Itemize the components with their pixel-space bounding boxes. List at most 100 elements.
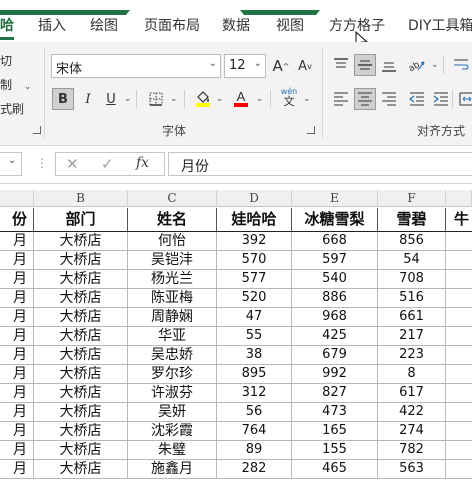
value-cell[interactable]: 520	[217, 289, 292, 308]
value-cell[interactable]: 312	[217, 384, 292, 403]
value-cell[interactable]: 570	[217, 251, 292, 270]
month-cell[interactable]: 月	[0, 384, 34, 403]
value-cell[interactable]: 223	[378, 346, 446, 365]
phonetic-guide-button[interactable]: wén 文	[278, 86, 300, 108]
value-cell[interactable]: 282	[217, 460, 292, 479]
name-cell[interactable]: 吴铠沣	[128, 251, 217, 270]
value-cell[interactable]	[446, 384, 472, 403]
department-cell[interactable]: 大桥店	[34, 289, 128, 308]
header-cell[interactable]: 牛	[446, 208, 472, 232]
fill-color-button[interactable]	[192, 87, 214, 109]
cut-button[interactable]: 切	[0, 52, 12, 69]
formula-input[interactable]: 月份	[168, 152, 472, 176]
format-painter-button[interactable]: 式刷	[0, 100, 24, 117]
font-name-combo[interactable]: 宋体 ⌄	[51, 54, 221, 78]
department-cell[interactable]: 大桥店	[34, 384, 128, 403]
italic-button[interactable]: I	[77, 88, 99, 110]
month-cell[interactable]: 月	[0, 289, 34, 308]
resize-handle-icon[interactable]: ⋮	[36, 156, 48, 170]
column-header[interactable]: C	[128, 190, 217, 207]
value-cell[interactable]: 597	[292, 251, 378, 270]
value-cell[interactable]: 8	[378, 365, 446, 384]
department-cell[interactable]: 大桥店	[34, 251, 128, 270]
value-cell[interactable]: 47	[217, 308, 292, 327]
department-cell[interactable]: 大桥店	[34, 270, 128, 289]
value-cell[interactable]	[446, 308, 472, 327]
value-cell[interactable]: 422	[378, 403, 446, 422]
value-cell[interactable]	[446, 441, 472, 460]
font-size-combo[interactable]: 12 ⌄	[224, 54, 266, 78]
header-cell[interactable]: 份	[0, 208, 34, 232]
value-cell[interactable]: 425	[292, 327, 378, 346]
font-color-button[interactable]: A	[230, 87, 252, 109]
name-cell[interactable]: 何怡	[128, 232, 217, 251]
month-cell[interactable]: 月	[0, 441, 34, 460]
month-cell[interactable]: 月	[0, 365, 34, 384]
value-cell[interactable]: 886	[292, 289, 378, 308]
confirm-icon[interactable]: ✓	[101, 155, 114, 173]
month-cell[interactable]: 月	[0, 232, 34, 251]
name-cell[interactable]: 吴忠娇	[128, 346, 217, 365]
month-cell[interactable]: 月	[0, 403, 34, 422]
bold-button[interactable]: B	[52, 88, 74, 110]
name-cell[interactable]: 杨光兰	[128, 270, 217, 289]
value-cell[interactable]: 764	[217, 422, 292, 441]
value-cell[interactable]: 473	[292, 403, 378, 422]
chevron-down-icon[interactable]: ⌄	[431, 60, 439, 70]
value-cell[interactable]	[446, 346, 472, 365]
header-cell[interactable]: 冰糖雪梨	[292, 208, 378, 232]
wrap-text-button[interactable]	[450, 54, 472, 76]
column-header[interactable]	[446, 190, 472, 207]
bottom-align-button[interactable]	[378, 54, 400, 76]
value-cell[interactable]: 668	[292, 232, 378, 251]
clipboard-dialog-launcher-icon[interactable]	[33, 126, 41, 134]
value-cell[interactable]: 465	[292, 460, 378, 479]
header-cell[interactable]: 姓名	[128, 208, 217, 232]
department-cell[interactable]: 大桥店	[34, 460, 128, 479]
month-cell[interactable]: 月	[0, 422, 34, 441]
header-cell[interactable]: 娃哈哈	[217, 208, 292, 232]
name-cell[interactable]: 朱璧	[128, 441, 217, 460]
value-cell[interactable]: 856	[378, 232, 446, 251]
tab-page-layout[interactable]: 页面布局	[144, 15, 200, 35]
value-cell[interactable]	[446, 460, 472, 479]
value-cell[interactable]: 516	[378, 289, 446, 308]
grow-font-button[interactable]: A ^	[270, 55, 292, 77]
department-cell[interactable]: 大桥店	[34, 308, 128, 327]
value-cell[interactable]: 274	[378, 422, 446, 441]
name-box[interactable]: ⌄	[0, 152, 22, 176]
top-align-button[interactable]	[330, 54, 352, 76]
value-cell[interactable]: 89	[217, 441, 292, 460]
month-cell[interactable]: 月	[0, 308, 34, 327]
header-cell[interactable]: 雪碧	[378, 208, 446, 232]
underline-button[interactable]: U	[100, 88, 122, 110]
value-cell[interactable]: 661	[378, 308, 446, 327]
value-cell[interactable]	[446, 422, 472, 441]
column-header[interactable]: E	[292, 190, 378, 207]
value-cell[interactable]: 217	[378, 327, 446, 346]
value-cell[interactable]: 165	[292, 422, 378, 441]
column-header[interactable]: B	[34, 190, 128, 207]
increase-indent-button[interactable]	[430, 88, 452, 110]
value-cell[interactable]: 577	[217, 270, 292, 289]
department-cell[interactable]: 大桥店	[34, 403, 128, 422]
value-cell[interactable]	[446, 403, 472, 422]
value-cell[interactable]: 782	[378, 441, 446, 460]
value-cell[interactable]: 968	[292, 308, 378, 327]
tab-draw[interactable]: 绘图	[90, 15, 118, 35]
align-left-button[interactable]	[330, 88, 352, 110]
value-cell[interactable]: 392	[217, 232, 292, 251]
tab-home[interactable]: 哈	[0, 15, 14, 35]
tab-diy-toolbox[interactable]: DIY工具箱	[408, 15, 472, 35]
tab-view[interactable]: 视图	[276, 15, 304, 35]
cancel-icon[interactable]: ✕	[66, 155, 79, 173]
name-cell[interactable]: 周静娴	[128, 308, 217, 327]
value-cell[interactable]: 617	[378, 384, 446, 403]
value-cell[interactable]: 895	[217, 365, 292, 384]
name-cell[interactable]: 许淑芬	[128, 384, 217, 403]
name-cell[interactable]: 施鑫月	[128, 460, 217, 479]
insert-function-icon[interactable]: fx	[136, 155, 149, 171]
name-cell[interactable]: 华亚	[128, 327, 217, 346]
value-cell[interactable]	[446, 365, 472, 384]
value-cell[interactable]	[446, 270, 472, 289]
